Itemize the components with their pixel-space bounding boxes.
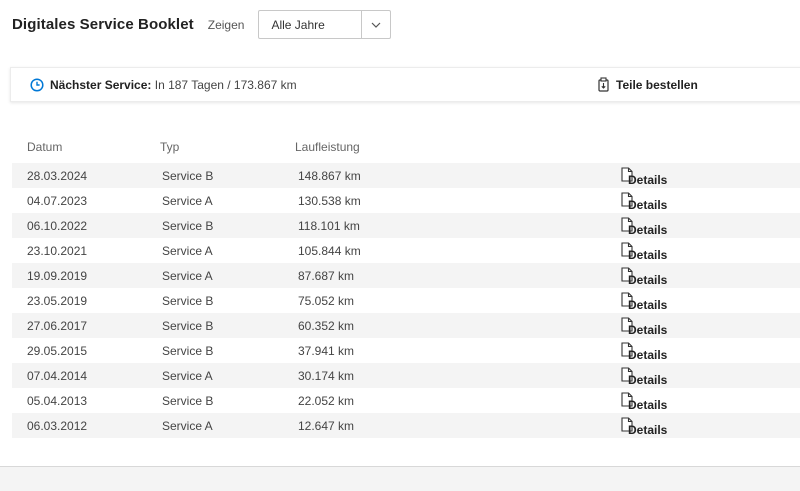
details-label: Details: [628, 373, 668, 387]
cell-date: 23.05.2019: [27, 294, 88, 308]
table-row: 19.09.2019 Service A 87.687 km Details: [12, 263, 800, 288]
details-label: Details: [628, 248, 668, 262]
next-service-value: In 187 Tagen / 173.867 km: [154, 78, 297, 92]
order-parts-button[interactable]: Teile bestellen: [598, 77, 698, 92]
cell-mileage: 118.101 km: [298, 219, 360, 233]
cell-date: 05.04.2013: [27, 394, 88, 408]
details-label: Details: [628, 398, 668, 412]
cell-type: Service B: [162, 294, 214, 308]
year-filter-label: Zeigen: [207, 17, 245, 32]
column-header-type: Typ: [160, 140, 180, 154]
details-link[interactable]: Details: [621, 367, 667, 387]
table-row: 28.03.2024 Service B 148.867 km Details: [12, 163, 800, 188]
cell-date: 23.10.2021: [27, 244, 88, 258]
details-label: Details: [628, 348, 668, 362]
service-booklet-page: Digitales Service Booklet Zeigen Alle Ja…: [0, 0, 800, 491]
cell-type: Service B: [162, 394, 214, 408]
column-header-mileage: Laufleistung: [295, 140, 360, 154]
details-label: Details: [628, 273, 668, 287]
cell-mileage: 60.352 km: [298, 319, 355, 333]
details-link[interactable]: Details: [621, 292, 667, 312]
details-link[interactable]: Details: [621, 217, 667, 237]
year-select[interactable]: Alle Jahre: [258, 10, 392, 39]
table-row: 27.06.2017 Service B 60.352 km Details: [12, 313, 800, 338]
cell-type: Service A: [162, 194, 213, 208]
cell-mileage: 75.052 km: [298, 294, 355, 308]
details-link[interactable]: Details: [621, 242, 667, 262]
next-service-text: Nächster Service: In 187 Tagen / 173.867…: [50, 78, 297, 92]
cell-type: Service A: [162, 244, 213, 258]
details-link[interactable]: Details: [621, 167, 667, 187]
next-service-card: Nächster Service: In 187 Tagen / 173.867…: [10, 67, 800, 102]
cell-type: Service B: [162, 219, 214, 233]
cell-date: 07.04.2014: [27, 369, 88, 383]
cell-type: Service B: [162, 169, 214, 183]
clock-icon: [30, 78, 44, 92]
table-row: 05.04.2013 Service B 22.052 km Details: [12, 388, 800, 413]
details-link[interactable]: Details: [621, 267, 667, 287]
table-header: Datum Typ Laufleistung: [12, 140, 800, 156]
parts-order-icon: [598, 77, 609, 92]
details-link[interactable]: Details: [621, 417, 667, 437]
cell-date: 29.05.2015: [27, 344, 88, 358]
table-row: 23.10.2021 Service A 105.844 km Details: [12, 238, 800, 263]
cell-mileage: 30.174 km: [298, 369, 355, 383]
cell-mileage: 105.844 km: [298, 244, 361, 258]
details-label: Details: [628, 298, 668, 312]
column-header-date: Datum: [27, 140, 63, 154]
cell-type: Service A: [162, 419, 213, 433]
cell-date: 19.09.2019: [27, 269, 88, 283]
details-link[interactable]: Details: [621, 192, 667, 212]
cell-mileage: 37.941 km: [298, 344, 355, 358]
table-row: 29.05.2015 Service B 37.941 km Details: [12, 338, 800, 363]
details-label: Details: [628, 323, 668, 337]
cell-mileage: 12.647 km: [298, 419, 355, 433]
table-row: 06.10.2022 Service B 118.101 km Details: [12, 213, 800, 238]
details-link[interactable]: Details: [621, 392, 667, 412]
cell-mileage: 87.687 km: [298, 269, 355, 283]
details-label: Details: [628, 223, 668, 237]
details-label: Details: [628, 198, 668, 212]
cell-type: Service B: [162, 319, 214, 333]
cell-date: 06.03.2012: [27, 419, 88, 433]
details-link[interactable]: Details: [621, 317, 667, 337]
cell-type: Service A: [162, 269, 213, 283]
footer-band: [0, 467, 800, 491]
table-row: 23.05.2019 Service B 75.052 km Details: [12, 288, 800, 313]
cell-type: Service B: [162, 344, 214, 358]
order-parts-label: Teile bestellen: [616, 77, 698, 92]
next-service-label: Nächster Service:: [50, 78, 152, 92]
cell-date: 28.03.2024: [27, 169, 88, 183]
details-label: Details: [628, 173, 668, 187]
cell-mileage: 22.052 km: [298, 394, 355, 408]
details-label: Details: [628, 423, 668, 437]
page-header: Digitales Service Booklet Zeigen Alle Ja…: [12, 10, 392, 39]
cell-type: Service A: [162, 369, 213, 383]
details-link[interactable]: Details: [621, 342, 667, 362]
cell-mileage: 148.867 km: [298, 169, 361, 183]
year-select-value: Alle Jahre: [271, 17, 325, 32]
service-table-body: 28.03.2024 Service B 148.867 km Details 04.0…: [12, 163, 800, 438]
table-row: 07.04.2014 Service A 30.174 km Details: [12, 363, 800, 388]
cell-date: 04.07.2023: [27, 194, 88, 208]
cell-date: 06.10.2022: [27, 219, 88, 233]
chevron-down-icon[interactable]: [361, 11, 390, 38]
cell-mileage: 130.538 km: [298, 194, 361, 208]
table-row: 04.07.2023 Service A 130.538 km Details: [12, 188, 800, 213]
page-title: Digitales Service Booklet: [12, 16, 194, 33]
cell-date: 27.06.2017: [27, 319, 88, 333]
table-row: 06.03.2012 Service A 12.647 km Details: [12, 413, 800, 438]
